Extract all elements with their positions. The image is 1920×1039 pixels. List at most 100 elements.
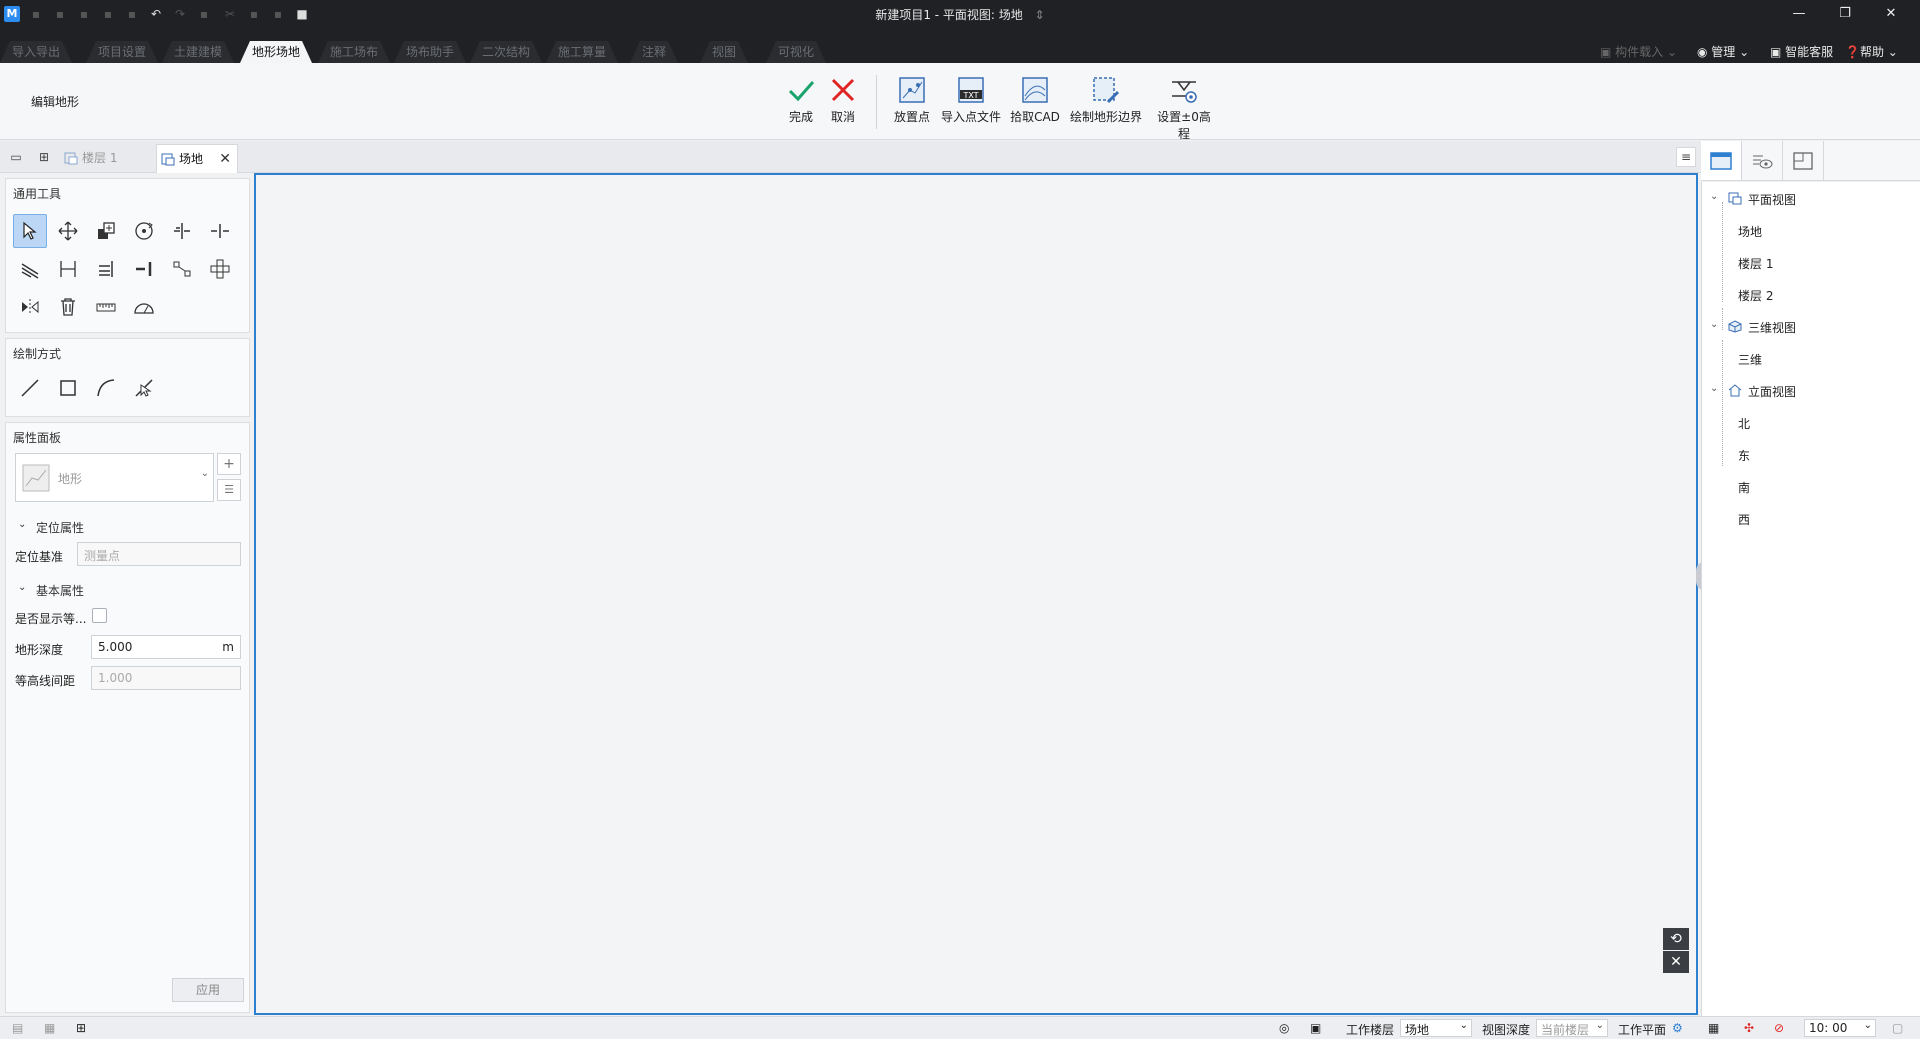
select-icon[interactable]: ▪ [196, 6, 212, 22]
grid-display-icon[interactable]: ▦ [1708, 1021, 1719, 1035]
sun-time-select[interactable]: 10: 00 ⌄ [1804, 1019, 1876, 1037]
tab-annotation[interactable]: 注释 [630, 41, 678, 63]
tree-node-south[interactable]: 南 [1738, 479, 1750, 496]
array-tool-button[interactable] [203, 252, 237, 286]
no-entry-icon[interactable]: ⊘ [1774, 1021, 1784, 1035]
cancel-button[interactable]: 取消 [828, 76, 858, 125]
trim-tool-button[interactable] [165, 214, 199, 248]
move-tool-button[interactable] [51, 214, 85, 248]
close-tab-icon[interactable]: ✕ [219, 145, 231, 174]
apply-button[interactable]: 应用 [172, 978, 244, 1002]
place-point-button[interactable]: 放置点 [892, 76, 932, 125]
minimize-button[interactable]: — [1776, 0, 1822, 30]
angle-tool-button[interactable] [127, 290, 161, 324]
visibility-button[interactable] [1742, 141, 1783, 180]
layout-button[interactable] [1783, 141, 1824, 180]
work-floor-select[interactable]: 场地 ⌄ [1400, 1019, 1472, 1037]
import-points-button[interactable]: TXT 导入点文件 [940, 76, 1002, 125]
pattern-tool-button[interactable] [165, 252, 199, 286]
tab-secondary-structure[interactable]: 二次结构 [470, 41, 542, 63]
save-as-icon[interactable]: ▪ [100, 6, 116, 22]
tab-site[interactable]: 场地 ✕ [156, 144, 238, 173]
copy-icon[interactable]: ▪ [246, 6, 262, 22]
tab-quantity[interactable]: 施工算量 [546, 41, 618, 63]
copy-tool-button[interactable] [89, 214, 123, 248]
3d-box-icon[interactable]: ■ [294, 6, 310, 22]
add-type-button[interactable]: + [217, 453, 241, 475]
set-zero-elevation-button[interactable]: 设置±0高程 [1152, 76, 1216, 142]
tab-project-settings[interactable]: 项目设置 [86, 41, 158, 63]
tab-import-export[interactable]: 导入导出 [0, 41, 72, 63]
finish-button[interactable]: 完成 [786, 76, 816, 125]
redo-icon[interactable]: ↷ [172, 6, 188, 22]
snapshot-icon[interactable]: ▣ [1310, 1021, 1321, 1035]
tree-node-3d-views[interactable]: ⌄ 三维视图 [1710, 319, 1796, 336]
draw-rectangle-button[interactable] [51, 371, 85, 405]
tab-terrain-site[interactable]: 地形场地 [240, 41, 312, 63]
rotate-tool-button[interactable] [127, 214, 161, 248]
align-tool-button[interactable] [51, 252, 85, 286]
basic-group-header[interactable]: ⌄ 基本属性 [18, 582, 84, 599]
tab-construction-layout[interactable]: 施工场布 [318, 41, 390, 63]
offset-tool-button[interactable] [13, 252, 47, 286]
tree-node-north[interactable]: 北 [1738, 415, 1750, 432]
view-reset-icon[interactable]: ⟲ [1663, 928, 1689, 950]
mirror-tool-button[interactable] [13, 290, 47, 324]
pick-line-button[interactable] [127, 371, 161, 405]
paste-icon[interactable]: ▪ [270, 6, 286, 22]
view-browser-button[interactable] [1701, 141, 1742, 180]
tree-node-floor-1[interactable]: 楼层 1 [1738, 255, 1773, 272]
tab-floor-1[interactable]: 楼层 1 [60, 144, 156, 173]
tree-node-elevation-views[interactable]: ⌄ 立面视图 [1710, 383, 1796, 400]
tree-node-3d[interactable]: 三维 [1738, 351, 1762, 368]
layout-grid-icon[interactable]: ⊞ [76, 1021, 86, 1035]
tab-civil-modeling[interactable]: 土建建模 [162, 41, 234, 63]
save-icon[interactable]: ▪ [76, 6, 92, 22]
restore-button[interactable]: ❐ [1822, 0, 1868, 30]
show-contour-checkbox[interactable] [92, 608, 107, 623]
extend-tool-button[interactable] [89, 252, 123, 286]
tile-windows-icon[interactable]: ⊞ [36, 149, 52, 165]
pick-cad-button[interactable]: 拾取CAD [1010, 76, 1060, 125]
layout-split-icon[interactable]: ▦ [44, 1021, 55, 1035]
snap-off-icon[interactable]: ✣ [1744, 1021, 1754, 1035]
undo-icon[interactable]: ↶ [148, 6, 164, 22]
work-plane-icon[interactable]: ⚙ [1672, 1021, 1683, 1035]
component-load-button[interactable]: ▣ 构件载入 ⌄ [1600, 43, 1677, 60]
locate-group-header[interactable]: ⌄ 定位属性 [18, 519, 84, 536]
draw-boundary-button[interactable]: 绘制地形边界 [1068, 76, 1144, 125]
terrain-depth-field[interactable]: 5.000 m [91, 635, 241, 659]
support-button[interactable]: ▣ 智能客服 [1770, 43, 1833, 60]
zoom-fit-icon[interactable]: ◎ [1279, 1021, 1289, 1035]
new-file-icon[interactable]: ▪ [28, 6, 44, 22]
select-tool-button[interactable] [13, 214, 47, 248]
edit-type-button[interactable]: ☰ [217, 479, 241, 501]
delete-tool-button[interactable] [51, 290, 85, 324]
draw-line-button[interactable] [13, 371, 47, 405]
view-depth-select[interactable]: 当前楼层 ⌄ [1536, 1019, 1608, 1037]
extend-single-tool-button[interactable] [127, 252, 161, 286]
window-mode-icon[interactable]: ▭ [8, 149, 24, 165]
manage-menu[interactable]: ◉ 管理 ⌄ [1697, 43, 1749, 60]
title-switch-icon[interactable]: ⇕ [1035, 8, 1045, 22]
view-close-icon[interactable]: ✕ [1663, 951, 1689, 973]
tab-layout-assistant[interactable]: 场布助手 [394, 41, 466, 63]
menu-icon[interactable]: ≡ [1676, 147, 1696, 167]
tree-node-plan-views[interactable]: ⌄ 平面视图 [1710, 191, 1796, 208]
split-tool-button[interactable] [203, 214, 237, 248]
tree-node-west[interactable]: 西 [1738, 511, 1750, 528]
tree-node-floor-2[interactable]: 楼层 2 [1738, 287, 1773, 304]
layout-single-icon[interactable]: ▤ [12, 1021, 23, 1035]
help-menu[interactable]: ❓帮助 ⌄ [1845, 43, 1898, 60]
type-selector[interactable]: 地形 ⌄ [15, 453, 214, 502]
draw-arc-button[interactable] [89, 371, 123, 405]
print-icon[interactable]: ▪ [124, 6, 140, 22]
tab-view[interactable]: 视图 [700, 41, 748, 63]
cut-icon[interactable]: ✂ [222, 6, 238, 22]
open-file-icon[interactable]: ▪ [52, 6, 68, 22]
measure-tool-button[interactable] [89, 290, 123, 324]
tab-visualization[interactable]: 可视化 [766, 41, 826, 63]
tree-node-east[interactable]: 东 [1738, 447, 1750, 464]
settings-icon[interactable]: ▢ [1892, 1021, 1903, 1035]
tree-node-site[interactable]: 场地 [1738, 223, 1762, 240]
